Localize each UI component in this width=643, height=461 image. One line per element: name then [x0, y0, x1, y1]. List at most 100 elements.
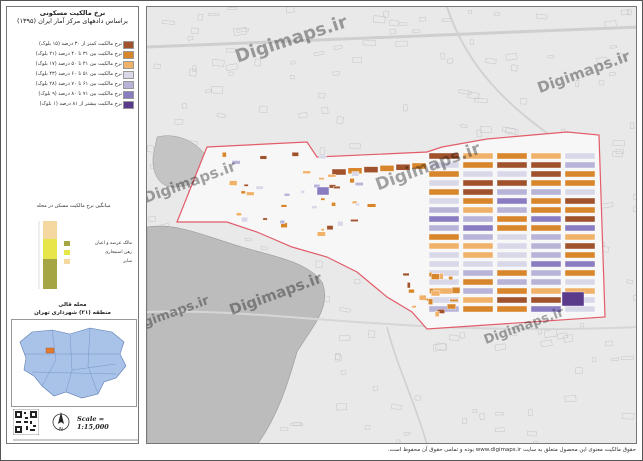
parcel-block: [333, 186, 341, 189]
parcel-block: [530, 215, 562, 223]
parcel-block: [462, 287, 494, 295]
chart-legend-item: رهن استیجاری: [59, 248, 134, 257]
parcel-block: [530, 278, 562, 286]
parcel-block: [462, 242, 494, 250]
parcel-block: [411, 305, 417, 309]
footnote: [13, 439, 138, 441]
parcel-block: [530, 197, 562, 205]
chart-legend-label: مالک عرصه و اعیان: [94, 241, 132, 246]
parcel-block: [530, 242, 562, 250]
parcel-block: [351, 171, 360, 177]
parcel-block: [462, 305, 494, 313]
parcel-block: [349, 178, 355, 184]
area-line-2: منطقه (۲۱) شهرداری تهران: [34, 310, 111, 316]
legend-item: نرخ مالکیت بین ۴۱ تا ۵۰ درصد (۱۷ بلوک): [11, 59, 136, 69]
parcel-block: [564, 170, 596, 178]
parcel-block: [407, 282, 411, 289]
parcel-block: [462, 179, 494, 187]
parcel-block: [259, 155, 267, 160]
parcel-block: [496, 305, 528, 313]
copyright-credit: حقوق مالکیت معنوی این محصول متعلق به سای…: [387, 447, 636, 453]
parcel-block: [363, 166, 379, 173]
chart-legend-label: سایر: [123, 259, 132, 264]
parcel-block: [564, 260, 596, 268]
legend-swatch: [123, 51, 134, 59]
chart-bar-other: [43, 221, 57, 239]
parcel-block: [428, 197, 460, 205]
parcel-block: [496, 287, 528, 295]
locator-map: [11, 319, 137, 407]
parcel-block: [564, 179, 596, 187]
parcel-block: [530, 170, 562, 178]
legend-label: نرخ مالکیت بین ۵۱ تا ۶۰ درصد (۴۳ بلوک): [35, 71, 122, 77]
legend-label: نرخ مالکیت بیشتر از ۸۱ درصد (۱ بلوک): [39, 101, 122, 107]
parcel-block: [331, 168, 347, 176]
parcel-block: [236, 212, 242, 216]
legend-swatch: [123, 101, 134, 109]
parcel-block: [496, 206, 528, 214]
parcel-block: [326, 225, 334, 231]
parcel-block: [564, 197, 596, 205]
area-line-1: محله قالی: [58, 302, 87, 308]
parcel-block: [408, 289, 415, 294]
parcel-block: [496, 188, 528, 196]
parcel-block: [530, 188, 562, 196]
parcel-block: [428, 152, 460, 160]
parcel-block: [462, 233, 494, 241]
parcel-block: [564, 161, 596, 169]
chart-legend-swatch: [64, 241, 70, 246]
north-arrow-icon: N: [52, 412, 70, 433]
parcel-block: [447, 303, 456, 310]
legend-label: نرخ مالکیت بین ۴۱ تا ۵۰ درصد (۱۷ بلوک): [35, 61, 122, 67]
parcel-block: [530, 152, 562, 160]
legend-item: نرخ مالکیت بین ۷۱ تا ۸۰ درصد (۹ بلوک): [11, 89, 136, 99]
legend-item: نرخ مالکیت کمتر از ۳۰ درصد (۱۵ بلوک): [11, 39, 136, 49]
parcel-block: [530, 206, 562, 214]
legend-panel: نرخ مالکیت مسکونی براساس دادههای مرکز آم…: [6, 6, 139, 444]
parcel-block: [320, 228, 325, 232]
parcel-block: [496, 224, 528, 232]
parcel-block: [564, 269, 596, 277]
parcel-block: [530, 233, 562, 241]
parcel-block: [564, 242, 596, 250]
parcel-block: [302, 170, 311, 174]
parcel-block: [564, 224, 596, 232]
parcel-block: [496, 296, 528, 304]
legend-swatch: [123, 41, 134, 49]
parcel-block: [243, 183, 249, 187]
parcel-block: [564, 251, 596, 259]
parcel-block: [316, 186, 330, 196]
parcel-block: [564, 188, 596, 196]
parcel-block: [280, 204, 288, 208]
parcel-block: [462, 170, 494, 178]
parcel-block: [350, 219, 359, 222]
parcel-block: [564, 152, 596, 160]
parcel-block: [283, 193, 291, 197]
parcel-block: [428, 242, 460, 250]
parcel-block: [428, 260, 460, 268]
legend-swatch: [123, 81, 134, 89]
parcel-block: [428, 188, 460, 196]
legend-swatch: [123, 61, 134, 69]
chart-legend: مالک عرصه و اعیان رهن استیجاری سایر: [59, 239, 134, 266]
parcel-block: [231, 160, 241, 165]
chart-legend-swatch: [64, 259, 70, 264]
parcel-block: [379, 165, 395, 172]
scale-label: Scale = 1:15,000: [77, 415, 109, 431]
legend-swatch: [123, 91, 134, 99]
parcel-block: [318, 154, 327, 160]
chart-legend-swatch: [64, 250, 70, 255]
svg-text:N: N: [59, 427, 63, 433]
parcel-block: [451, 287, 461, 294]
legend-item: نرخ مالکیت بیشتر از ۸۱ درصد (۱ بلوک): [11, 99, 136, 109]
parcel-block: [496, 242, 528, 250]
parcel-block: [428, 179, 460, 187]
parcel-block: [229, 180, 238, 186]
parcel-block: [354, 182, 364, 186]
parcel-block: [291, 151, 299, 157]
parcel-block: [428, 206, 460, 214]
map-canvas[interactable]: Digimaps.ir Digimaps.ir Digimaps.ir Digi…: [146, 6, 637, 444]
parcel-block: [462, 206, 494, 214]
chart-legend-item: مالک عرصه و اعیان: [59, 239, 134, 248]
parcel-block: [262, 217, 268, 221]
